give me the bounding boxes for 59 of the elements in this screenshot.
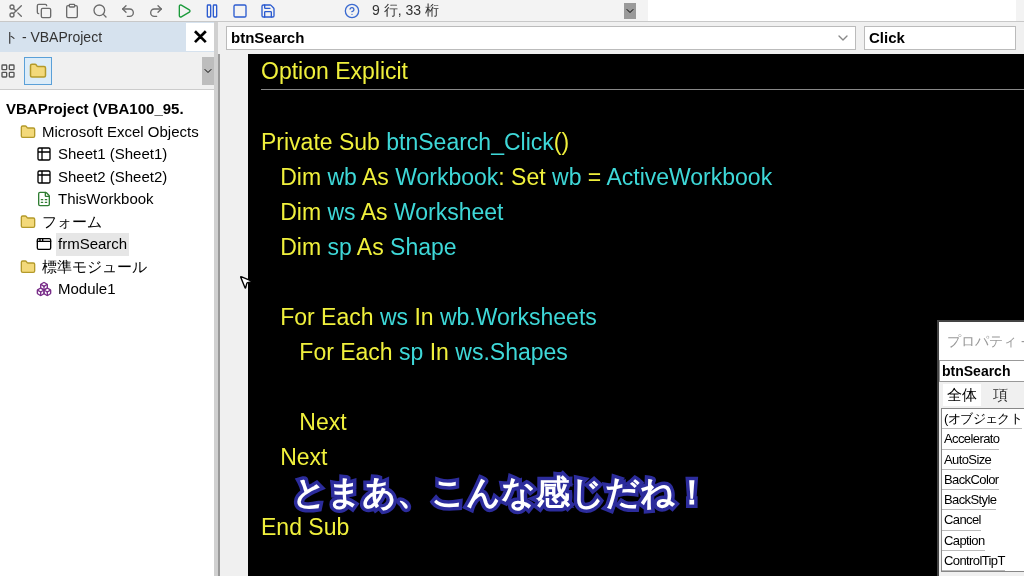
tree-item[interactable]: Sheet1 (Sheet1)	[56, 143, 170, 166]
toolbar-icon[interactable]	[64, 2, 80, 19]
properties-object-dropdown[interactable]: btnSearch	[939, 360, 1024, 382]
view-object-icon[interactable]	[0, 62, 16, 79]
code-line: Private Sub btnSearch_Click()	[261, 128, 570, 157]
code-line: End Sub	[261, 513, 350, 542]
code-line: Option Explicit	[261, 57, 408, 86]
close-button[interactable]: ✕	[186, 23, 214, 51]
code-line: Next	[298, 408, 347, 437]
toolbar-icon[interactable]	[120, 2, 136, 19]
tree-item[interactable]: Module1	[56, 278, 118, 301]
tree-item[interactable]: VBAProject (VBA100_95.	[4, 98, 186, 121]
tree-item[interactable]: Sheet2 (Sheet2)	[56, 165, 170, 188]
toolbar-icon[interactable]	[260, 2, 276, 19]
tree-item[interactable]: 標準モジュール	[40, 255, 149, 278]
code-line: Dim ws As Worksheet	[279, 198, 504, 227]
toolbar-overflow-icon[interactable]	[624, 2, 636, 19]
module-icon	[36, 281, 52, 298]
code-line: Next	[279, 443, 328, 472]
property-name[interactable]: Accelerato	[942, 429, 1000, 450]
form-icon	[36, 236, 52, 253]
property-name[interactable]: BackStyle	[942, 490, 997, 511]
property-name[interactable]: ControlTipT	[942, 551, 1005, 572]
toolbar-icon[interactable]	[8, 2, 24, 19]
sheet-icon	[36, 168, 52, 185]
panel-title: ト - VBAProject	[4, 27, 103, 47]
toolbar-icon[interactable]	[232, 2, 248, 19]
toolbar-icon[interactable]	[148, 2, 164, 19]
cursor-position: 9 行, 33 桁	[372, 1, 440, 20]
tree-item[interactable]: フォーム	[40, 210, 104, 233]
procedure-dropdown[interactable]: Click	[864, 26, 1016, 50]
toolbar-icon[interactable]	[204, 2, 220, 19]
tree-item[interactable]: frmSearch	[56, 233, 130, 256]
toolbar-icon[interactable]	[36, 2, 52, 19]
folder-toggle-icon[interactable]	[24, 56, 52, 85]
tree-item[interactable]: ThisWorkbook	[56, 188, 156, 211]
property-name[interactable]: AutoSize	[942, 449, 992, 470]
folder-icon	[20, 258, 36, 275]
help-icon[interactable]	[344, 2, 360, 19]
code-line: Dim wb As Workbook: Set wb = ActiveWorkbook	[279, 163, 773, 192]
property-name[interactable]: (オブジェクト	[942, 409, 1023, 430]
toolbar-icon[interactable]	[176, 2, 192, 19]
folder-icon	[20, 123, 36, 140]
folder-icon	[20, 213, 36, 230]
property-name[interactable]: BackColor	[942, 469, 999, 491]
subtitle: とまあ、こんな感じだね！	[292, 471, 709, 514]
property-name[interactable]: Caption	[942, 530, 985, 552]
workbook-icon	[36, 191, 52, 208]
property-name[interactable]: Cancel	[942, 510, 981, 531]
code-line: Dim sp As Shape	[279, 233, 457, 262]
code-line: For Each sp In ws.Shapes	[298, 338, 568, 367]
properties-tab[interactable]: 全体	[943, 383, 981, 407]
object-dropdown[interactable]: btnSearch	[226, 26, 856, 50]
tree-item[interactable]: Microsoft Excel Objects	[40, 120, 201, 143]
properties-tab[interactable]: 項	[989, 383, 1012, 407]
scroll-icon[interactable]	[202, 56, 214, 85]
sheet-icon	[36, 146, 52, 163]
code-line: For Each ws In wb.Worksheets	[279, 303, 597, 332]
toolbar-icon[interactable]	[92, 2, 108, 19]
